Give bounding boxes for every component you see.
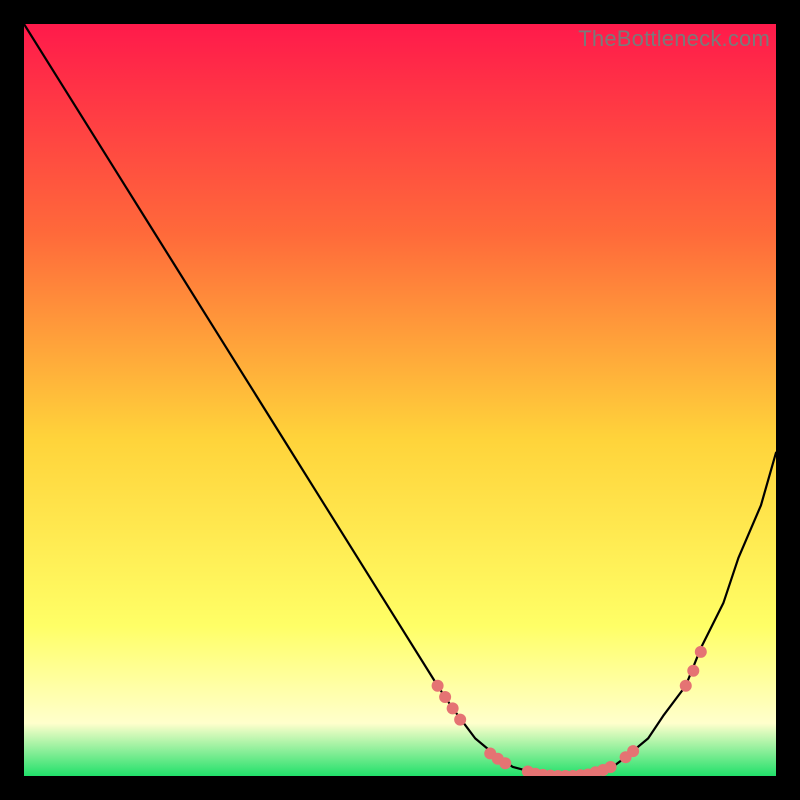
- data-marker: [454, 714, 466, 726]
- data-marker: [499, 757, 511, 769]
- watermark-text: TheBottleneck.com: [578, 26, 770, 52]
- gradient-background: [24, 24, 776, 776]
- data-marker: [447, 702, 459, 714]
- data-marker: [627, 745, 639, 757]
- data-marker: [680, 680, 692, 692]
- data-marker: [432, 680, 444, 692]
- data-marker: [695, 646, 707, 658]
- bottleneck-chart: [24, 24, 776, 776]
- data-marker: [605, 761, 617, 773]
- chart-frame: TheBottleneck.com: [24, 24, 776, 776]
- data-marker: [687, 665, 699, 677]
- data-marker: [439, 691, 451, 703]
